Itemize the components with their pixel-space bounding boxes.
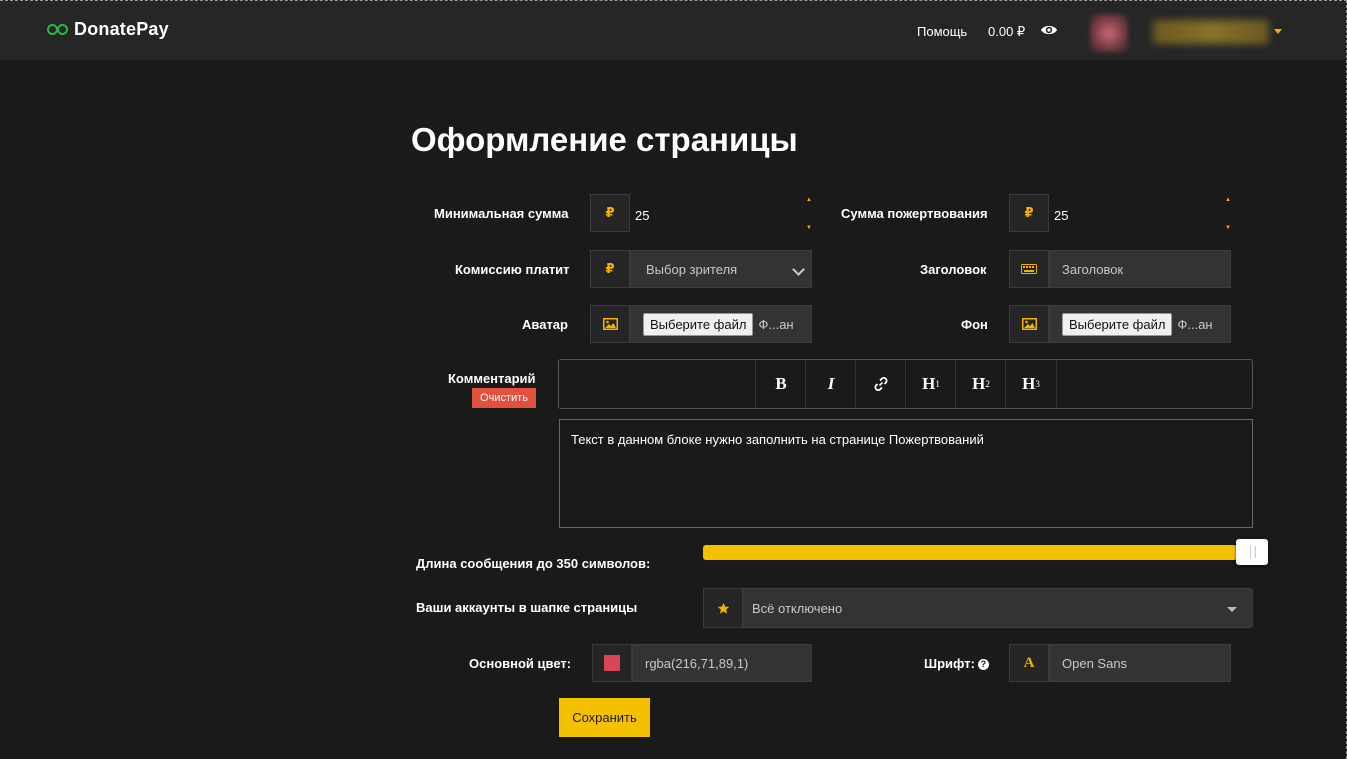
username-blurred[interactable] xyxy=(1153,20,1269,44)
message-length-slider-handle[interactable] xyxy=(1236,539,1268,565)
avatar-file-input[interactable]: Выберите файл Ф...ан xyxy=(630,305,812,343)
comment-editor[interactable]: Текст в данном блоке нужно заполнить на … xyxy=(559,419,1253,528)
title-input[interactable]: Заголовок xyxy=(1049,250,1231,288)
heading-icon: H xyxy=(922,374,936,393)
avatar-choose-file-button[interactable]: Выберите файл xyxy=(643,312,754,336)
chevron-down-icon xyxy=(792,263,805,276)
title-label: Заголовок xyxy=(920,262,987,277)
font-letter-icon: A xyxy=(1009,644,1049,682)
heading2-button[interactable]: H2 xyxy=(955,360,1006,408)
clear-button[interactable]: Очистить xyxy=(472,388,536,408)
bold-button[interactable]: B xyxy=(755,360,806,408)
commission-select-value: Выбор зрителя xyxy=(646,261,738,277)
font-select[interactable]: Open Sans xyxy=(1049,644,1231,682)
avatar-label: Аватар xyxy=(522,317,568,332)
ruble-icon: ₽ xyxy=(590,194,630,232)
donation-sum-stepper[interactable]: ▲ ▼ xyxy=(1224,196,1232,232)
background-choose-file-button[interactable]: Выберите файл xyxy=(1062,312,1173,336)
commission-label: Комиссию платит xyxy=(455,262,570,277)
comment-label: Комментарий xyxy=(448,371,536,386)
donation-sum-input[interactable]: 25 xyxy=(1049,196,1234,234)
heading-level: 2 xyxy=(985,379,990,389)
main-color-input[interactable]: rgba(216,71,89,1) xyxy=(632,644,812,682)
eye-icon[interactable] xyxy=(1040,23,1058,37)
font-label-text: Шрифт: xyxy=(924,656,975,671)
user-menu-caret-icon[interactable] xyxy=(1274,29,1282,34)
gamepad-logo-icon xyxy=(47,24,68,35)
italic-button[interactable]: I xyxy=(805,360,856,408)
accounts-select[interactable]: Всё отключено xyxy=(742,588,1253,628)
min-sum-stepper[interactable]: ▲ ▼ xyxy=(805,196,813,232)
logo[interactable]: DonatePay xyxy=(47,19,169,40)
link-icon xyxy=(874,377,888,391)
italic-icon: I xyxy=(827,374,835,393)
accounts-label: Ваши аккаунты в шапке страницы xyxy=(416,600,638,615)
background-file-name: Ф...ан xyxy=(1177,316,1213,332)
accounts-select-value: Всё отключено xyxy=(752,600,843,616)
main-color-label: Основной цвет: xyxy=(469,656,572,671)
top-navbar: DonatePay Помощь 0.00 ₽ xyxy=(0,1,1346,60)
heading-icon: H xyxy=(1022,374,1036,393)
star-icon xyxy=(703,588,743,628)
message-length-label: Длина сообщения до 350 символов: xyxy=(416,556,651,571)
message-length-slider-track[interactable] xyxy=(703,545,1253,560)
logo-text: DonatePay xyxy=(74,19,169,39)
caret-down-icon xyxy=(1227,607,1237,612)
message-length-slider-fill xyxy=(703,545,1237,560)
heading-level: 1 xyxy=(935,379,940,389)
bold-icon: B xyxy=(775,374,787,393)
ruble-icon: ₽ xyxy=(1009,194,1049,232)
avatar-file-name: Ф...ан xyxy=(758,316,794,332)
image-icon xyxy=(1009,305,1049,343)
page-title: Оформление страницы xyxy=(411,121,798,158)
font-label: Шрифт:? xyxy=(924,656,989,671)
min-sum-label: Минимальная сумма xyxy=(434,206,569,221)
background-label: Фон xyxy=(961,317,988,332)
balance: 0.00 ₽ xyxy=(988,24,1026,39)
save-button[interactable]: Сохранить xyxy=(559,698,650,737)
ruble-icon: ₽ xyxy=(590,250,630,288)
editor-toolbar: B I H1 H2 H3 xyxy=(558,359,1253,409)
heading1-button[interactable]: H1 xyxy=(905,360,956,408)
commission-select[interactable]: Выбор зрителя xyxy=(630,250,812,288)
background-file-input[interactable]: Выберите файл Ф...ан xyxy=(1049,305,1231,343)
donation-sum-label: Сумма пожертвования xyxy=(841,206,988,221)
heading-level: 3 xyxy=(1035,379,1040,389)
min-sum-input[interactable]: 25 xyxy=(630,196,815,234)
question-icon[interactable]: ? xyxy=(977,659,989,670)
image-icon xyxy=(590,305,630,343)
heading-icon: H xyxy=(972,374,986,393)
heading3-button[interactable]: H3 xyxy=(1005,360,1057,408)
keyboard-icon xyxy=(1009,250,1049,288)
help-link[interactable]: Помощь xyxy=(917,24,967,39)
color-swatch xyxy=(604,655,620,671)
avatar[interactable] xyxy=(1090,14,1128,52)
link-button[interactable] xyxy=(855,360,906,408)
color-picker-button[interactable] xyxy=(592,644,632,682)
